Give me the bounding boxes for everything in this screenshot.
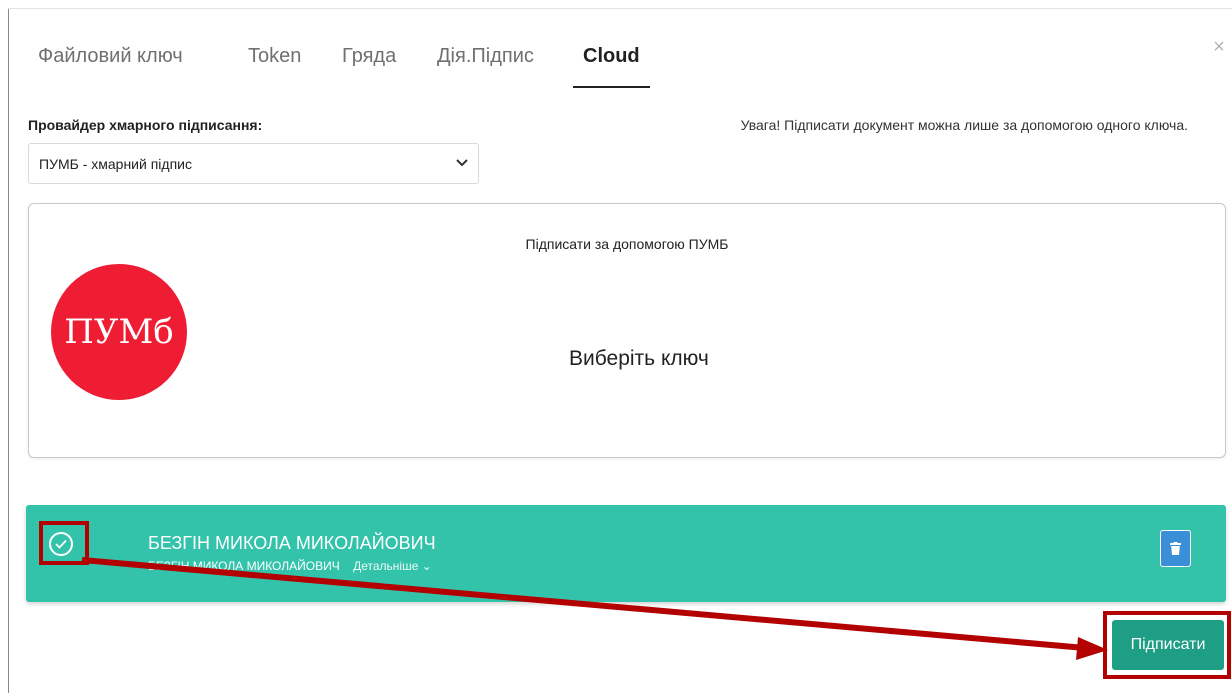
annotation-overlay (39, 521, 1231, 679)
annotation-arrow-line (81, 557, 1086, 651)
annotation-box-sign-button (1103, 611, 1231, 679)
annotation-box-checkbox (39, 521, 89, 565)
